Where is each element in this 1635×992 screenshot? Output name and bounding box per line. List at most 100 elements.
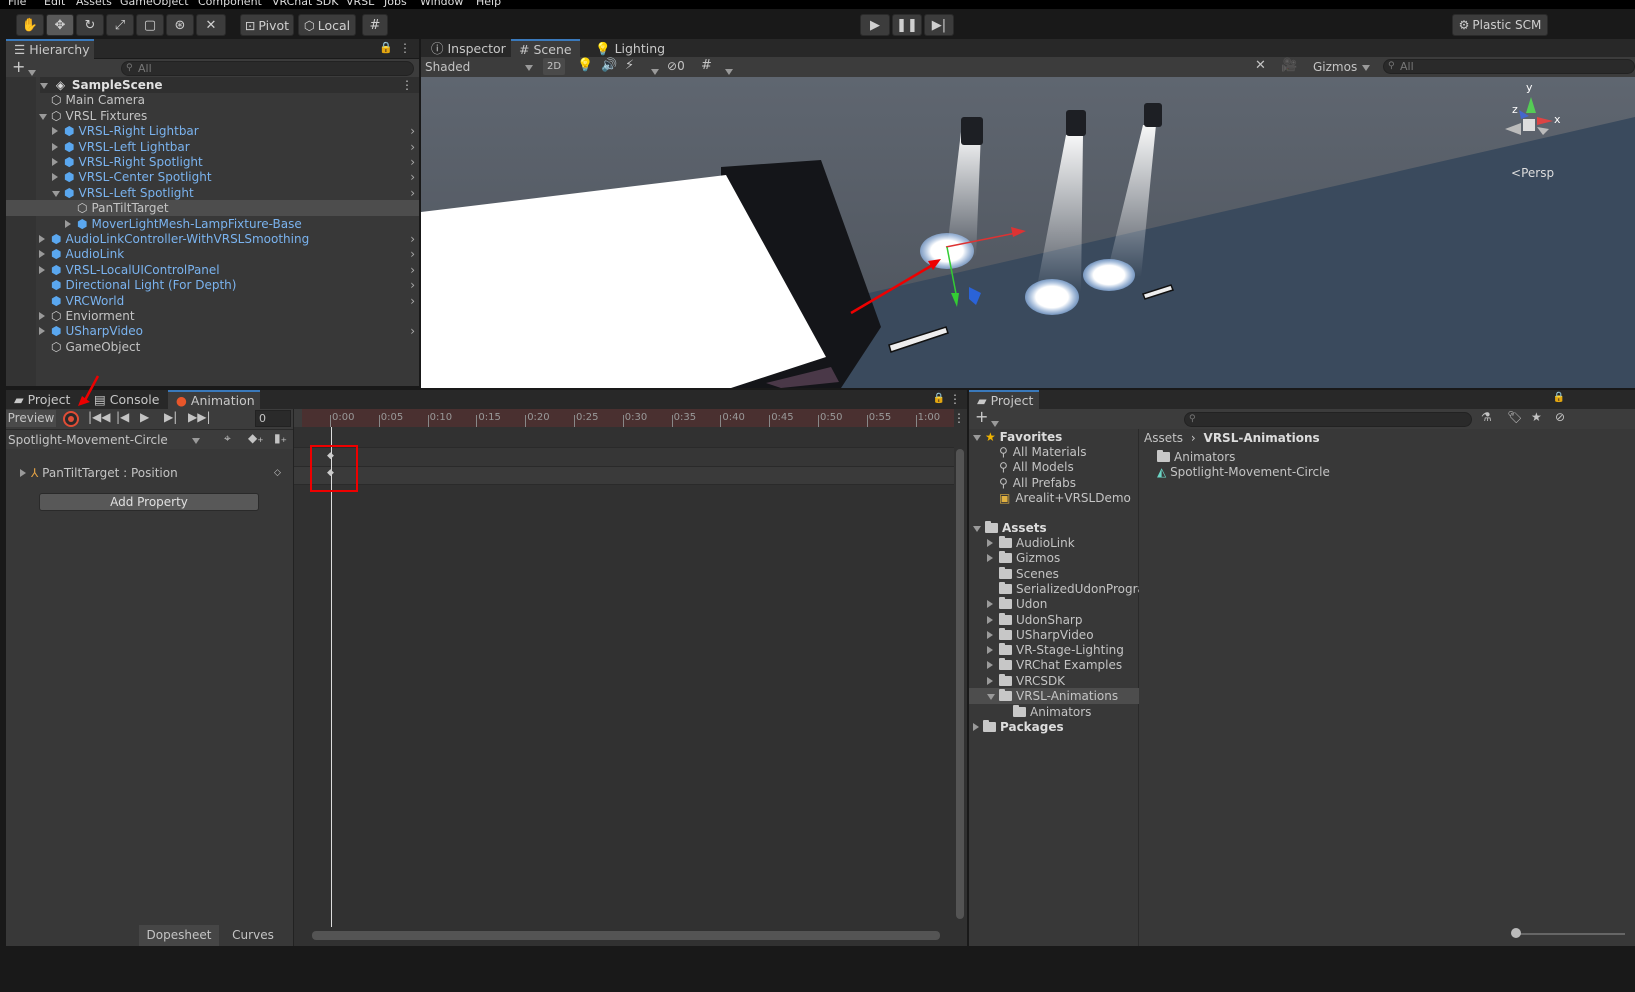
hidden-packages-icon[interactable]: ⊘ bbox=[1555, 410, 1565, 424]
expand-arrow-icon[interactable] bbox=[39, 108, 51, 124]
dopesheet-tab[interactable]: Dopesheet bbox=[139, 925, 219, 946]
scene-lighting-icon[interactable]: 💡 bbox=[577, 58, 593, 73]
create-plus-icon[interactable]: + bbox=[12, 57, 25, 76]
chevron-right-icon[interactable]: › bbox=[410, 185, 415, 201]
effects-dropdown-icon[interactable] bbox=[651, 64, 659, 78]
playhead[interactable] bbox=[331, 427, 332, 927]
hierarchy-item[interactable]: ⬡ PanTiltTarget bbox=[6, 200, 419, 217]
clip-dropdown[interactable]: Spotlight-Movement-Circle bbox=[8, 433, 200, 447]
folder-animators[interactable]: Animators bbox=[1013, 704, 1091, 720]
expand-arrow-icon[interactable] bbox=[20, 469, 26, 477]
packages-row[interactable]: Packages bbox=[973, 719, 1064, 735]
play-button[interactable]: ▶ bbox=[860, 14, 890, 36]
last-key-icon[interactable]: ▶▶| bbox=[188, 410, 211, 424]
tab-inspector[interactable]: ⓘ Inspector bbox=[423, 39, 514, 59]
hierarchy-item[interactable]: ⬡ Main Camera bbox=[39, 92, 419, 108]
asset-folder[interactable]: SerializedUdonProgran bbox=[987, 581, 1139, 597]
hierarchy-item[interactable]: ⬢ MoverLightMesh-LampFixture-Base bbox=[65, 216, 419, 232]
pause-button[interactable]: ❚❚ bbox=[892, 14, 922, 36]
menu-vrchat-sdk[interactable]: VRChat SDK bbox=[272, 0, 339, 8]
scene-root[interactable]: ◈ SampleScene ⋮ bbox=[40, 77, 419, 93]
asset-folder[interactable]: AudioLink bbox=[987, 535, 1139, 551]
hierarchy-item[interactable]: ⬢ VRSL-LocalUIControlPanel › bbox=[39, 262, 419, 278]
hierarchy-item[interactable]: ⬢ VRCWorld › bbox=[39, 293, 419, 309]
menu-window[interactable]: Window bbox=[420, 0, 463, 8]
favorite-item[interactable]: ⚲ All Prefabs bbox=[999, 475, 1076, 491]
chevron-right-icon[interactable]: › bbox=[410, 123, 415, 139]
spotlight-fixture[interactable] bbox=[961, 117, 983, 145]
chevron-right-icon[interactable]: › bbox=[410, 231, 415, 247]
tools-icon[interactable]: ✕ bbox=[1255, 58, 1266, 73]
timeline-area[interactable]: 0:00 0:05 0:10 0:15 0:20 0:25 0:30 0:35 0:40 0:45… bbox=[293, 409, 967, 946]
transform-tool-icon[interactable]: ⊛ bbox=[166, 14, 194, 36]
menu-file[interactable]: File bbox=[8, 0, 26, 8]
menu-component[interactable]: Component bbox=[198, 0, 262, 8]
next-key-icon[interactable]: ▶| bbox=[164, 410, 177, 424]
expand-arrow-icon[interactable] bbox=[987, 550, 999, 566]
prev-key-icon[interactable]: |◀ bbox=[116, 410, 129, 424]
expand-arrow-icon[interactable] bbox=[987, 627, 999, 643]
menu-jobs[interactable]: Jobs bbox=[384, 0, 407, 8]
gizmos-dropdown[interactable]: Gizmos bbox=[1313, 60, 1371, 74]
scene-search-input[interactable]: ⚲ All bbox=[1383, 59, 1635, 74]
expand-arrow-icon[interactable] bbox=[52, 154, 64, 170]
step-button[interactable]: ▶| bbox=[924, 14, 954, 36]
hierarchy-item[interactable]: ⬢ AudioLinkController-WithVRSLSmoothing › bbox=[39, 231, 419, 247]
expand-arrow-icon[interactable] bbox=[987, 673, 999, 689]
menu-vrsl[interactable]: VRSL bbox=[346, 0, 374, 8]
custom-tool-icon[interactable]: ✕ bbox=[196, 14, 226, 36]
grid-dropdown-icon[interactable] bbox=[725, 64, 733, 78]
scene-viewport[interactable]: y x z <Persp bbox=[421, 77, 1635, 388]
asset-folder[interactable]: VRChat Examples bbox=[987, 657, 1139, 673]
add-keyframe-icon[interactable]: ◆₊ bbox=[248, 431, 264, 445]
hierarchy-item[interactable]: ⬢ VRSL-Right Spotlight › bbox=[52, 154, 419, 170]
hierarchy-item[interactable]: ⬢ USharpVideo › bbox=[39, 323, 419, 339]
chevron-right-icon[interactable]: › bbox=[410, 293, 415, 309]
grid-toggle-icon[interactable]: # bbox=[701, 58, 712, 73]
breadcrumb-assets[interactable]: Assets bbox=[1144, 431, 1183, 445]
chevron-right-icon[interactable]: › bbox=[410, 154, 415, 170]
tab-scene[interactable]: # Scene bbox=[511, 39, 580, 59]
asset-folder[interactable]: VRCSDK bbox=[987, 673, 1139, 689]
expand-arrow-icon[interactable] bbox=[65, 216, 77, 232]
pivot-button[interactable]: ⊡ Pivot bbox=[240, 14, 294, 36]
expand-arrow-icon[interactable] bbox=[52, 123, 64, 139]
move-tool-icon[interactable]: ✥ bbox=[46, 14, 74, 36]
local-button[interactable]: ⬡ Local bbox=[298, 14, 356, 36]
persp-label[interactable]: <Persp bbox=[1511, 166, 1554, 180]
expand-arrow-icon[interactable] bbox=[987, 688, 999, 704]
create-dropdown-icon[interactable] bbox=[991, 416, 999, 430]
asset-folder[interactable]: Scenes bbox=[987, 566, 1139, 582]
chevron-right-icon[interactable]: › bbox=[410, 139, 415, 155]
tab-animation[interactable]: ● Animation bbox=[168, 390, 260, 410]
hand-tool-icon[interactable]: ✋ bbox=[16, 14, 44, 36]
project-search-input[interactable]: ⚲ bbox=[1184, 412, 1472, 427]
record-button-icon[interactable] bbox=[63, 411, 79, 427]
timeline-menu-icon[interactable]: ⋮ bbox=[953, 411, 965, 425]
preview-toggle-button[interactable]: Preview bbox=[6, 410, 56, 427]
hierarchy-item[interactable]: ⬡ VRSL Fixtures bbox=[39, 108, 419, 124]
first-key-icon[interactable]: |◀◀ bbox=[88, 410, 111, 424]
favorite-star-icon[interactable]: ★ bbox=[1531, 410, 1542, 424]
curves-tab[interactable]: Curves bbox=[221, 925, 285, 946]
hierarchy-item[interactable]: ⬢ Directional Light (For Depth) › bbox=[39, 277, 419, 293]
expand-arrow-icon[interactable] bbox=[987, 596, 999, 612]
audio-icon[interactable]: 🔊 bbox=[601, 58, 617, 73]
2d-toggle-button[interactable]: 2D bbox=[543, 58, 565, 75]
expand-arrow-icon[interactable] bbox=[52, 169, 64, 185]
expand-arrow-icon[interactable] bbox=[40, 83, 48, 89]
expand-arrow-icon[interactable] bbox=[39, 308, 51, 324]
chevron-right-icon[interactable]: › bbox=[410, 262, 415, 278]
favorite-item[interactable]: ⚲ All Materials bbox=[999, 444, 1087, 460]
lock-icon[interactable]: 🔒 bbox=[933, 393, 945, 404]
filter-icon[interactable]: ⌖ bbox=[224, 431, 231, 446]
grid-snap-icon[interactable]: # bbox=[362, 14, 388, 36]
expand-arrow-icon[interactable] bbox=[987, 657, 999, 673]
add-property-button[interactable]: Add Property bbox=[39, 493, 259, 511]
chevron-right-icon[interactable]: › bbox=[410, 277, 415, 293]
lock-icon[interactable]: 🔒 bbox=[1553, 392, 1565, 403]
spotlight-fixture[interactable] bbox=[1144, 103, 1162, 127]
kebab-menu-icon[interactable]: ⋮ bbox=[949, 392, 961, 406]
tab-lighting[interactable]: 💡 Lighting bbox=[587, 39, 673, 59]
expand-arrow-icon[interactable] bbox=[987, 535, 999, 551]
